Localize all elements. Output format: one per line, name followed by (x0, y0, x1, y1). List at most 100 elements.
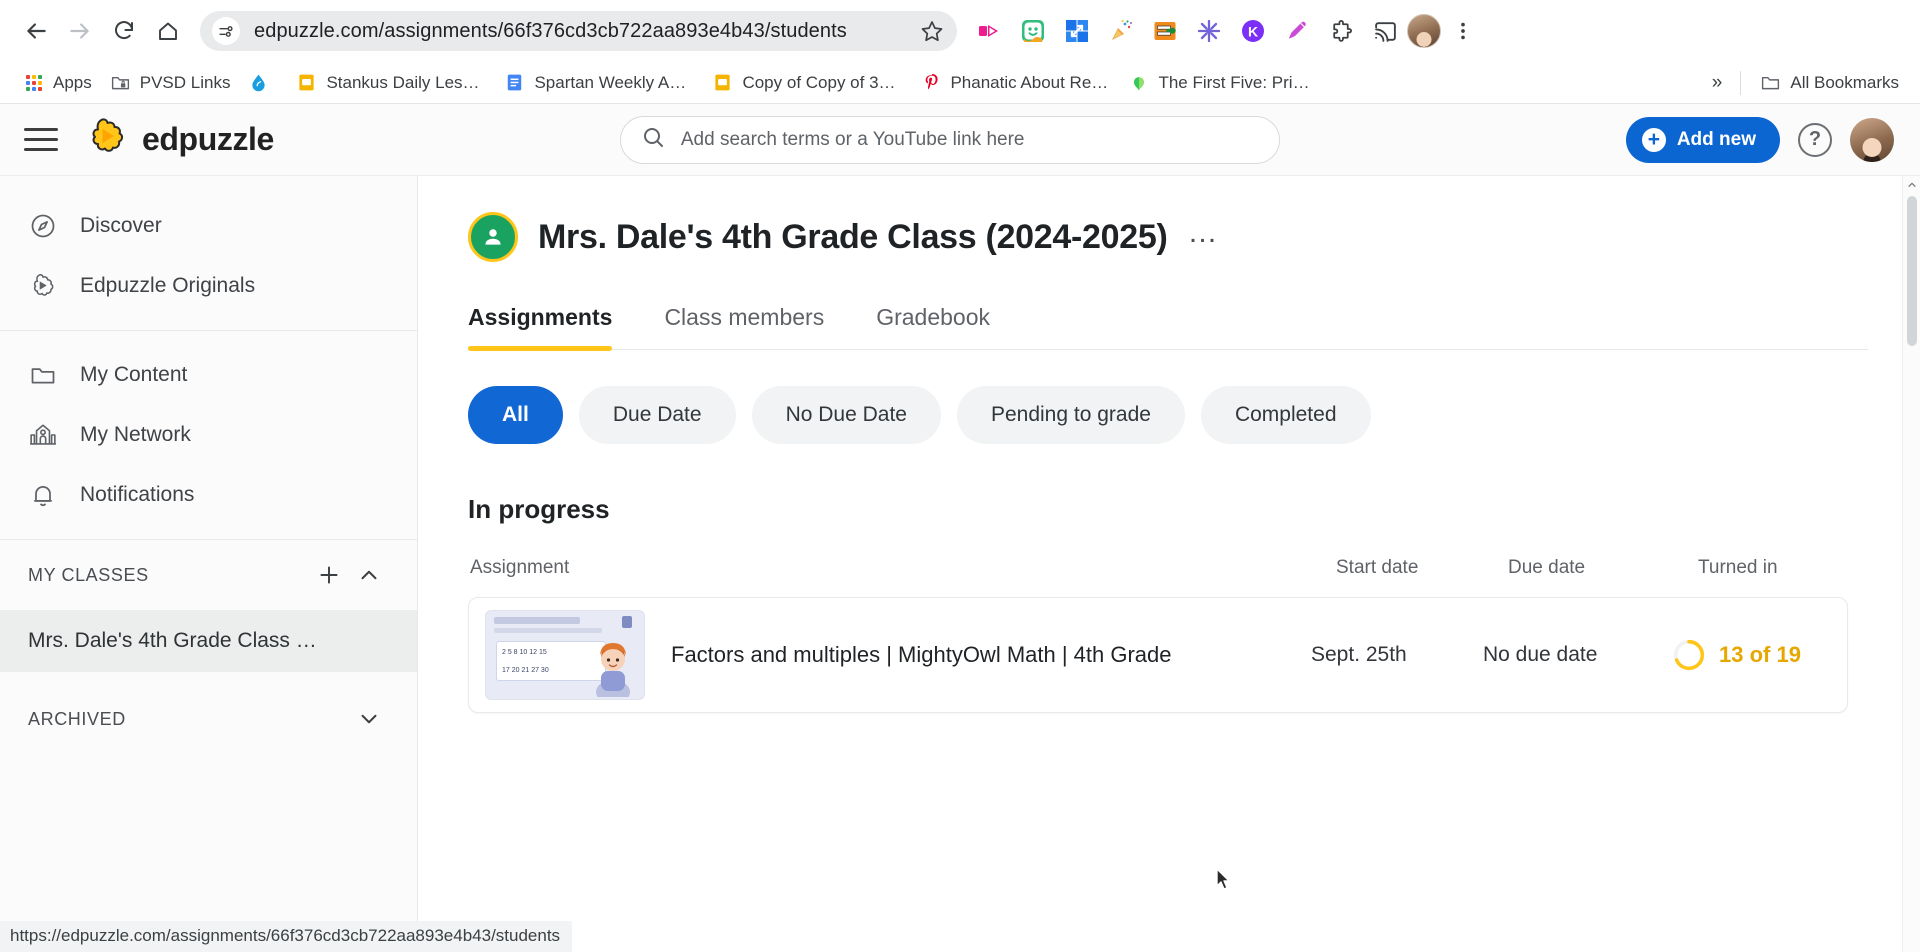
filter-pending-to-grade[interactable]: Pending to grade (956, 386, 1185, 444)
filter-due-date[interactable]: Due Date (578, 386, 736, 444)
forward-button[interactable] (58, 9, 102, 53)
screencastify-extension-icon[interactable] (967, 9, 1011, 53)
bookmark-label: Spartan Weekly Assi... (534, 72, 695, 92)
flipgrid-icon (1128, 72, 1149, 93)
sidebar-item-class-mrs-dales-4th-grade[interactable]: Mrs. Dale's 4th Grade Class … (0, 610, 417, 672)
sidebar-item-label: Notifications (80, 483, 195, 506)
scrollbar-thumb[interactable] (1907, 196, 1917, 346)
folder-icon (1760, 72, 1781, 93)
sidebar-group-discover: Discover Edpuzzle Originals (0, 182, 417, 331)
user-avatar[interactable] (1850, 117, 1894, 162)
sidebar-item-notifications[interactable]: Notifications (0, 465, 417, 525)
puzzle-piece-icon (28, 271, 58, 301)
address-bar[interactable]: edpuzzle.com/assignments/66f376cd3cb722a… (200, 11, 957, 51)
column-header-start-date: Start date (1336, 557, 1419, 578)
tab-assignments[interactable]: Assignments (468, 304, 613, 351)
add-new-button[interactable]: + Add new (1625, 116, 1780, 163)
highlighter-extension-icon[interactable] (1275, 9, 1319, 53)
home-button[interactable] (146, 9, 190, 53)
tab-class-members[interactable]: Class members (664, 304, 824, 349)
bookmark-star-icon[interactable] (915, 14, 949, 48)
search-area: Add search terms or a YouTube link here (274, 115, 1626, 164)
brand-name: edpuzzle (142, 121, 274, 157)
filter-completed[interactable]: Completed (1200, 386, 1371, 444)
expand-archived-button[interactable] (349, 699, 389, 739)
party-popper-extension-icon[interactable] (1099, 9, 1143, 53)
bookmark-the-first-five-primary[interactable]: The First Five: Prima... (1119, 68, 1327, 97)
my-classes-label: MY CLASSES (28, 564, 149, 585)
bookmark-apps[interactable]: Apps (14, 68, 101, 97)
sidebar-item-my-content[interactable]: My Content (0, 345, 417, 405)
app-body: Discover Edpuzzle Originals My Content M… (0, 176, 1920, 952)
school-building-icon (28, 420, 58, 450)
column-header-turned-in: Turned in (1698, 557, 1778, 578)
bookmarks-bar: Apps PVSD Links Stankus Daily Lesso... S… (0, 62, 1920, 104)
collapse-my-classes-button[interactable] (349, 555, 389, 595)
app-header: edpuzzle Add search terms or a YouTube l… (0, 104, 1920, 176)
bookmark-spartan-weekly-assignments[interactable]: Spartan Weekly Assi... (495, 68, 703, 97)
plus-icon: + (1641, 127, 1666, 152)
sidebar-item-edpuzzle-originals[interactable]: Edpuzzle Originals (0, 256, 417, 316)
browser-toolbar: edpuzzle.com/assignments/66f376cd3cb722a… (0, 0, 1920, 62)
filter-no-due-date[interactable]: No Due Date (751, 386, 941, 444)
cast-icon[interactable] (1363, 9, 1407, 53)
section-title-in-progress: In progress (468, 494, 610, 524)
sidebar-item-discover[interactable]: Discover (0, 196, 417, 256)
site-settings-icon[interactable] (212, 17, 240, 45)
google-docs-icon (504, 72, 525, 93)
assignment-filters: All Due Date No Due Date Pending to grad… (468, 386, 1920, 444)
bookmark-phanatic-about-reading[interactable]: Phanatic About Rea... (911, 68, 1119, 97)
seesaw-extension-icon[interactable] (1011, 9, 1055, 53)
class-header: Mrs. Dale's 4th Grade Class (2024-2025) … (468, 212, 1920, 262)
bookmark-pvsd-links[interactable]: PVSD Links (101, 68, 240, 97)
google-slides-icon (712, 72, 733, 93)
sidebar: Discover Edpuzzle Originals My Content M… (0, 176, 418, 952)
filter-all[interactable]: All (468, 386, 563, 444)
browser-profile-avatar[interactable] (1407, 14, 1441, 48)
sidebar-item-my-network[interactable]: My Network (0, 405, 417, 465)
bookmarks-overflow-button[interactable]: » (1704, 68, 1731, 98)
search-icon (641, 125, 665, 154)
browser-chrome: edpuzzle.com/assignments/66f376cd3cb722a… (0, 0, 1920, 104)
bookmarks-divider (1740, 70, 1742, 95)
pear-deck-extension-icon[interactable] (1055, 9, 1099, 53)
search-input[interactable]: Add search terms or a YouTube link here (619, 115, 1280, 164)
bookmark-label: Phanatic About Rea... (950, 72, 1111, 92)
sidebar-group-library: My Content My Network Notifications (0, 331, 417, 540)
bookmark-label: The First Five: Prima... (1158, 72, 1319, 92)
bookmark-copy-of-copy-of-3r[interactable]: Copy of Copy of 3R... (703, 68, 911, 97)
three-dot-menu-icon[interactable] (1441, 9, 1485, 53)
sidebar-item-label: Edpuzzle Originals (80, 274, 256, 297)
bookmark-label: Stankus Daily Lesso... (326, 72, 487, 92)
add-class-button[interactable] (309, 555, 349, 595)
edpuzzle-logo[interactable]: edpuzzle (86, 115, 274, 164)
bell-icon (28, 480, 58, 510)
bookmark-droplet[interactable] (239, 68, 287, 97)
folder-locked-icon (110, 72, 131, 93)
canva-extension-icon[interactable] (1187, 9, 1231, 53)
column-header-assignment: Assignment (470, 557, 570, 578)
page-title: Mrs. Dale's 4th Grade Class (2024-2025) (538, 217, 1168, 256)
archived-header[interactable]: ARCHIVED (0, 684, 417, 754)
bookmark-label: Apps (53, 72, 92, 92)
reload-button[interactable] (102, 9, 146, 53)
tab-gradebook[interactable]: Gradebook (876, 304, 990, 349)
extensions-strip: K (967, 9, 1906, 53)
hamburger-menu-icon[interactable] (18, 117, 64, 163)
table-row[interactable]: 2 5 8 10 12 15 17 20 21 27 30 Factors an… (468, 597, 1848, 713)
progress-ring-icon (1673, 639, 1705, 671)
assignment-turned-in: 13 of 19 (1673, 639, 1823, 671)
class-more-options-button[interactable]: … (1188, 218, 1220, 250)
all-bookmarks-button[interactable]: All Bookmarks (1751, 68, 1908, 97)
help-icon[interactable]: ? (1798, 122, 1832, 157)
bookmark-stankus-daily-lessons[interactable]: Stankus Daily Lesso... (287, 68, 495, 97)
scroll-up-arrow[interactable] (1903, 176, 1920, 194)
back-button[interactable] (14, 9, 58, 53)
main-scrollbar[interactable] (1902, 176, 1920, 952)
column-header-due-date: Due date (1508, 557, 1586, 578)
blue-droplet-icon (248, 72, 269, 93)
kahoot-extension-icon[interactable]: K (1231, 9, 1275, 53)
kami-extension-icon[interactable] (1143, 9, 1187, 53)
extensions-puzzle-icon[interactable] (1319, 9, 1363, 53)
assignment-cell: 2 5 8 10 12 15 17 20 21 27 30 Factors an… (483, 610, 1311, 700)
